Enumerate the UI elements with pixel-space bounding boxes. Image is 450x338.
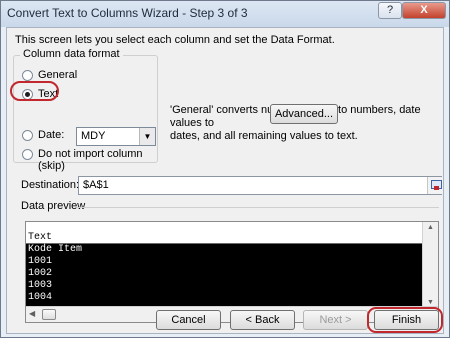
text-option-highlight [10,81,59,101]
skip-radio[interactable] [22,149,33,160]
window-title: Convert Text to Columns Wizard - Step 3 … [7,6,248,20]
title-bar: Convert Text to Columns Wizard - Step 3 … [1,1,449,27]
next-button[interactable]: Next > [303,310,368,330]
cancel-button[interactable]: Cancel [156,310,221,330]
range-picker-icon[interactable] [427,177,442,194]
scroll-up-icon[interactable]: ▲ [427,224,434,231]
skip-label[interactable]: Do not import column (skip) [38,148,157,172]
preview-row: 1003 [28,280,53,291]
preview-divider [77,207,439,208]
destination-field[interactable]: $A$1 [78,176,442,195]
chevron-down-icon[interactable]: ▼ [139,128,155,145]
intro-text: This screen lets you select each column … [15,34,335,46]
close-button[interactable]: X [402,2,446,19]
preview-column-header[interactable]: Text [26,232,422,244]
dialog-body: This screen lets you select each column … [6,27,444,334]
date-format-select[interactable]: MDY ▼ [76,127,156,146]
scroll-down-icon[interactable]: ▼ [427,299,434,306]
preview-row: 1004 [28,292,53,303]
preview-row: 1001 [28,256,53,267]
preview-row: 1002 [28,268,53,279]
column-data-format-group: Column data format General Text Date: Do… [13,48,158,172]
group-title: Column data format [20,48,123,60]
wizard-window: Convert Text to Columns Wizard - Step 3 … [0,0,450,338]
scroll-left-icon[interactable]: ◀ [29,309,35,318]
destination-label: Destination: [21,179,80,191]
vertical-scrollbar[interactable]: ▲ ▼ [422,222,438,308]
advanced-button[interactable]: Advanced... [270,104,338,124]
data-preview-label: Data preview [21,200,86,212]
help-button[interactable]: ? [378,2,402,19]
format-description-line2: dates, and all remaining values to text. [170,130,358,142]
date-format-value: MDY [81,130,106,142]
preview-body[interactable]: Kode Item 1001 1002 1003 1004 [26,244,422,308]
date-label[interactable]: Date: [38,129,64,141]
finish-button-highlight [367,307,443,333]
general-radio[interactable] [22,70,33,81]
general-label[interactable]: General [38,69,77,81]
scroll-thumb[interactable] [42,309,56,320]
back-button[interactable]: < Back [230,310,295,330]
date-radio[interactable] [22,130,33,141]
preview-row: Kode Item [28,244,83,255]
destination-value: $A$1 [83,179,109,191]
